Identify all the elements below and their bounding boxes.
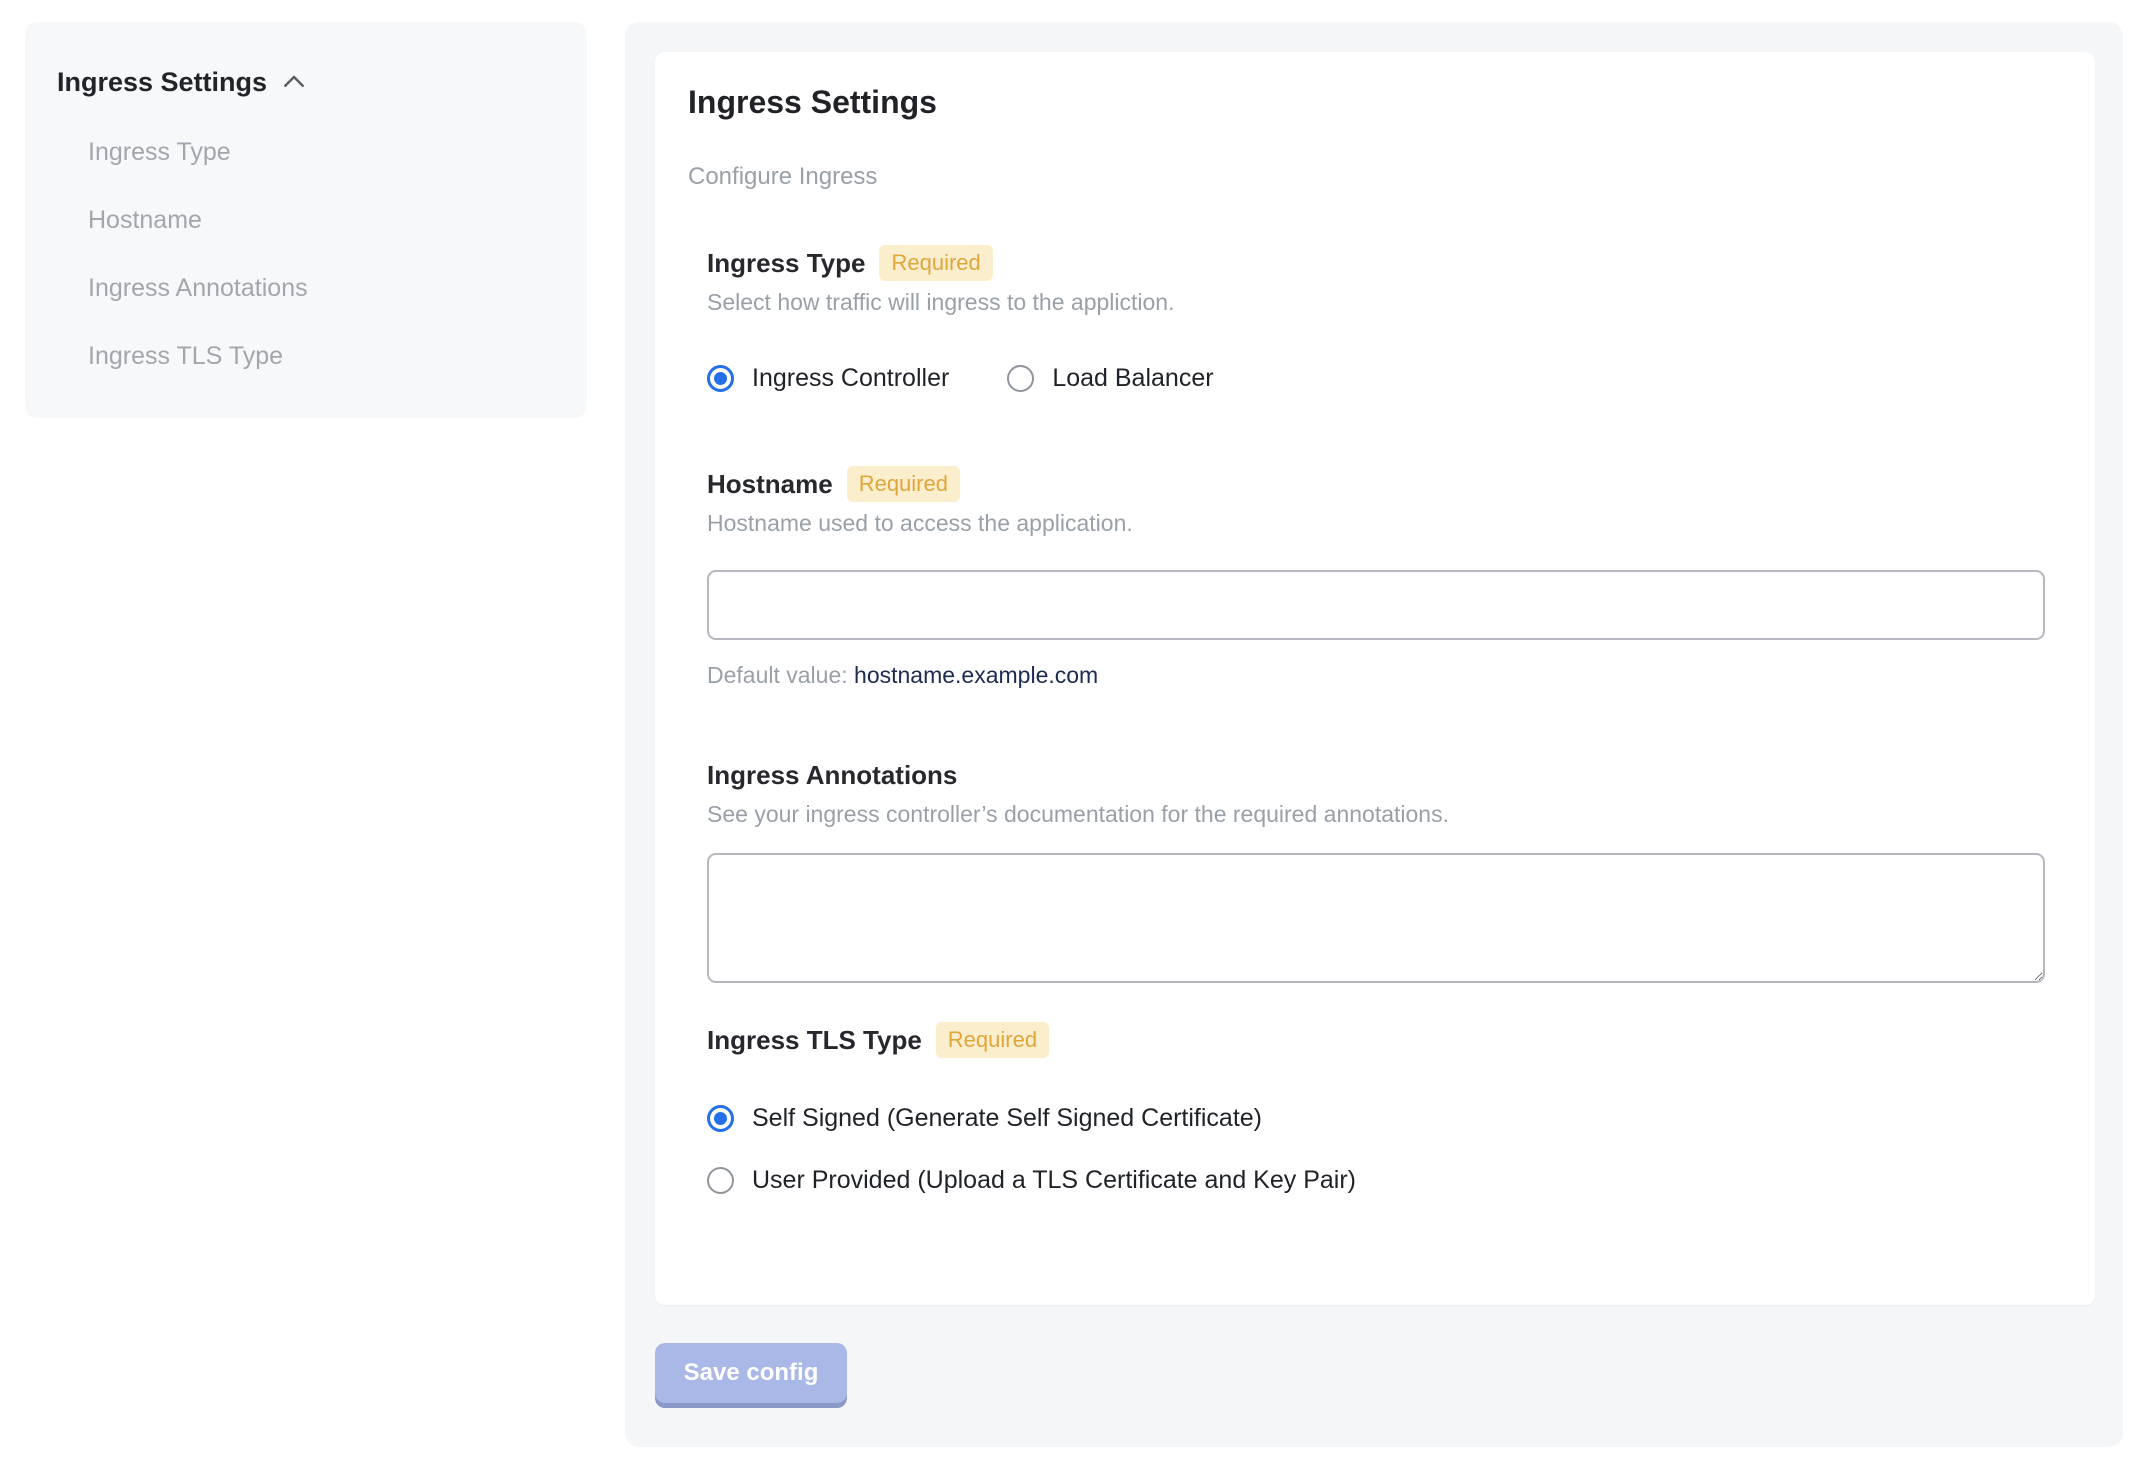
settings-sidebar: Ingress Settings Ingress Type Hostname I… bbox=[25, 22, 587, 418]
sidebar-section-title: Ingress Settings bbox=[57, 67, 268, 97]
ingress-tls-type-label-text: Ingress TLS Type bbox=[707, 1025, 922, 1055]
radio-dot bbox=[714, 1111, 727, 1125]
radio-selected-icon[interactable] bbox=[707, 1104, 734, 1132]
page-title: Ingress Settings bbox=[688, 84, 937, 120]
ingress-type-label: Ingress Type Required bbox=[707, 244, 2045, 282]
form-sections: Ingress Type Required Select how traffic… bbox=[707, 244, 2045, 1197]
hostname-default-value: Default value: hostname.example.com bbox=[707, 660, 2045, 690]
ingress-type-label-text: Ingress Type bbox=[707, 248, 866, 278]
ingress-settings-card: Ingress Settings Configure Ingress Ingre… bbox=[655, 52, 2095, 1305]
sidebar-item-list: Ingress Type Hostname Ingress Annotation… bbox=[88, 135, 587, 373]
ingress-annotations-description: See your ingress controller’s documentat… bbox=[707, 801, 1449, 827]
sidebar-item-hostname[interactable]: Hostname bbox=[88, 203, 587, 237]
required-badge: Required bbox=[879, 245, 993, 281]
radio-unselected-icon[interactable] bbox=[1007, 364, 1035, 392]
ingress-tls-type-label: Ingress TLS Type Required bbox=[707, 1021, 2045, 1059]
radio-option-user-provided[interactable]: User Provided (Upload a TLS Certificate … bbox=[707, 1163, 2045, 1197]
sidebar-item-ingress-type[interactable]: Ingress Type bbox=[88, 135, 587, 169]
ingress-type-radio-group: Ingress Controller Load Balancer bbox=[707, 361, 2045, 395]
hostname-input[interactable] bbox=[707, 570, 2045, 640]
sidebar-section-ingress-settings[interactable]: Ingress Settings bbox=[57, 64, 587, 100]
default-value-label: Default value: bbox=[707, 662, 848, 688]
radio-option-ingress-controller[interactable]: Ingress Controller bbox=[707, 361, 949, 395]
settings-panel: Ingress Settings Configure Ingress Ingre… bbox=[625, 22, 2123, 1447]
radio-option-self-signed[interactable]: Self Signed (Generate Self Signed Certif… bbox=[707, 1101, 2045, 1135]
radio-label: Load Balancer bbox=[1052, 364, 1214, 392]
hostname-description: Hostname used to access the application. bbox=[707, 510, 1133, 536]
hostname-label-text: Hostname bbox=[707, 469, 833, 499]
default-value-text: hostname.example.com bbox=[854, 662, 1099, 688]
ingress-annotations-label-text: Ingress Annotations bbox=[707, 760, 958, 790]
sidebar-item-ingress-annotations[interactable]: Ingress Annotations bbox=[88, 271, 587, 305]
radio-dot bbox=[714, 371, 727, 385]
radio-label: Ingress Controller bbox=[752, 364, 950, 392]
ingress-type-description: Select how traffic will ingress to the a… bbox=[707, 289, 1175, 315]
radio-option-load-balancer[interactable]: Load Balancer bbox=[1007, 361, 1214, 395]
sidebar-item-ingress-tls-type[interactable]: Ingress TLS Type bbox=[88, 339, 587, 373]
radio-unselected-icon[interactable] bbox=[707, 1166, 734, 1194]
page-subtitle: Configure Ingress bbox=[688, 163, 878, 190]
chevron-up-icon[interactable] bbox=[279, 67, 309, 97]
required-badge: Required bbox=[846, 466, 960, 502]
ingress-annotations-label: Ingress Annotations bbox=[707, 756, 2045, 794]
radio-selected-icon[interactable] bbox=[707, 364, 734, 392]
radio-label: Self Signed (Generate Self Signed Certif… bbox=[752, 1104, 1262, 1132]
required-badge: Required bbox=[935, 1022, 1050, 1058]
ingress-annotations-textarea[interactable] bbox=[707, 853, 2045, 983]
hostname-label: Hostname Required bbox=[707, 465, 2045, 503]
save-config-button[interactable]: Save config bbox=[655, 1343, 847, 1403]
radio-label: User Provided (Upload a TLS Certificate … bbox=[752, 1166, 1356, 1194]
